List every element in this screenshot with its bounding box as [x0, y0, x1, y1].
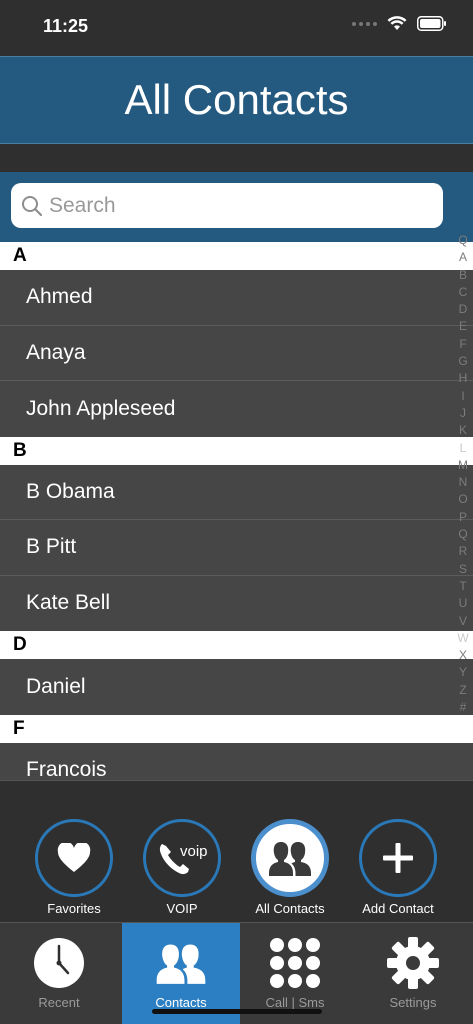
- index-letter[interactable]: M: [458, 457, 468, 474]
- tab-settings[interactable]: Settings: [354, 923, 472, 1024]
- contact-name: B Pitt: [26, 535, 77, 559]
- contact-row[interactable]: Francois: [0, 742, 473, 780]
- contact-row[interactable]: John Appleseed: [0, 381, 473, 437]
- index-letter[interactable]: Q: [458, 232, 467, 249]
- add-contact-label: Add Contact: [362, 901, 434, 916]
- home-indicator: [152, 1009, 322, 1014]
- index-letter[interactable]: Y: [459, 664, 467, 681]
- all-contacts-button[interactable]: All Contacts: [240, 819, 340, 916]
- alphabet-index[interactable]: Q A B C D E F G H I J K L M N O P Q R S …: [455, 232, 471, 716]
- section-header-b: B: [0, 436, 473, 465]
- all-contacts-circle[interactable]: [251, 819, 329, 897]
- index-letter[interactable]: N: [459, 474, 468, 491]
- index-letter[interactable]: W: [457, 630, 468, 647]
- index-letter[interactable]: X: [459, 647, 467, 664]
- voip-phone-icon: voip: [159, 843, 208, 875]
- clock-icon: [34, 938, 84, 988]
- voip-icon-text: voip: [180, 843, 208, 860]
- all-contacts-label: All Contacts: [255, 901, 325, 916]
- index-letter[interactable]: R: [459, 543, 468, 560]
- section-header-a: A: [0, 242, 473, 270]
- contact-name: Kate Bell: [26, 591, 111, 615]
- contact-row[interactable]: Anaya: [0, 325, 473, 381]
- signal-icon: [352, 21, 377, 26]
- tab-contacts-label: Contacts: [155, 995, 207, 1010]
- tab-settings-icon-wrap: [385, 935, 441, 991]
- tab-settings-label: Settings: [389, 995, 437, 1010]
- tab-recent-label: Recent: [38, 995, 80, 1010]
- index-letter[interactable]: S: [459, 561, 467, 578]
- tab-call-sms-label: Call | Sms: [265, 995, 325, 1010]
- voip-circle[interactable]: voip: [143, 819, 221, 897]
- index-letter[interactable]: F: [459, 336, 466, 353]
- gear-icon: [387, 937, 439, 989]
- contact-row[interactable]: Ahmed: [0, 270, 473, 326]
- contact-name: Anaya: [26, 340, 86, 364]
- tab-call-sms-icon-wrap: [267, 935, 323, 991]
- status-time: 11:25: [43, 16, 89, 36]
- keypad-icon: [270, 938, 320, 988]
- tab-contacts-icon-wrap: [153, 935, 209, 991]
- index-letter[interactable]: L: [460, 440, 467, 457]
- add-contact-circle[interactable]: [359, 819, 437, 897]
- index-letter[interactable]: E: [459, 318, 467, 335]
- search-icon: [22, 195, 43, 216]
- search-box[interactable]: [11, 183, 443, 228]
- voip-button[interactable]: voip VOIP: [132, 819, 232, 916]
- index-letter[interactable]: G: [458, 353, 467, 370]
- contact-name: John Appleseed: [26, 396, 176, 420]
- index-letter[interactable]: J: [460, 405, 466, 422]
- index-letter[interactable]: K: [459, 422, 467, 439]
- section-header-d: D: [0, 631, 473, 659]
- index-letter[interactable]: B: [459, 267, 467, 284]
- contact-row[interactable]: B Pitt: [0, 520, 473, 576]
- heart-icon: [57, 843, 91, 872]
- tab-recent[interactable]: Recent: [0, 923, 118, 1024]
- voip-label: VOIP: [166, 901, 198, 916]
- favorites-button[interactable]: Favorites: [24, 819, 124, 916]
- page-title: All Contacts: [124, 76, 349, 123]
- quick-actions: Favorites voip VOIP All Contacts Add Con…: [0, 780, 473, 922]
- navigation-header: All Contacts: [0, 56, 473, 144]
- index-letter[interactable]: T: [459, 578, 466, 595]
- contact-name: Daniel: [26, 674, 86, 698]
- contact-row[interactable]: Daniel: [0, 659, 473, 715]
- plus-icon: [383, 843, 413, 873]
- index-letter[interactable]: H: [459, 370, 468, 387]
- index-letter[interactable]: D: [459, 301, 468, 318]
- contact-row[interactable]: B Obama: [0, 464, 473, 520]
- contact-name: Ahmed: [26, 285, 93, 309]
- contact-name: B Obama: [26, 479, 115, 503]
- status-icons: [352, 16, 447, 31]
- section-header-f: F: [0, 714, 473, 743]
- index-letter[interactable]: U: [459, 595, 468, 612]
- contact-row[interactable]: Kate Bell: [0, 575, 473, 631]
- contact-name: Francois: [26, 758, 107, 780]
- contacts-icon: [269, 842, 311, 876]
- favorites-circle[interactable]: [35, 819, 113, 897]
- search-input[interactable]: [49, 193, 429, 218]
- index-letter[interactable]: C: [459, 284, 468, 301]
- wifi-icon: [387, 16, 407, 30]
- index-letter[interactable]: A: [459, 249, 467, 266]
- search-area: [0, 172, 473, 242]
- contacts-icon: [156, 944, 206, 984]
- status-bar: 11:25: [0, 0, 473, 56]
- index-letter[interactable]: V: [459, 613, 467, 630]
- favorites-label: Favorites: [47, 901, 101, 916]
- index-letter[interactable]: O: [458, 491, 467, 508]
- index-letter[interactable]: Q: [458, 526, 467, 543]
- index-letter[interactable]: P: [459, 509, 467, 526]
- tab-recent-icon-wrap: [31, 935, 87, 991]
- add-contact-button[interactable]: Add Contact: [348, 819, 448, 916]
- header-spacer: [0, 144, 473, 172]
- battery-icon: [417, 16, 446, 31]
- index-letter[interactable]: I: [461, 388, 464, 405]
- contact-list[interactable]: A Ahmed Anaya John Appleseed B B Obama B…: [0, 242, 473, 780]
- index-letter[interactable]: #: [460, 699, 467, 716]
- index-letter[interactable]: Z: [459, 682, 466, 699]
